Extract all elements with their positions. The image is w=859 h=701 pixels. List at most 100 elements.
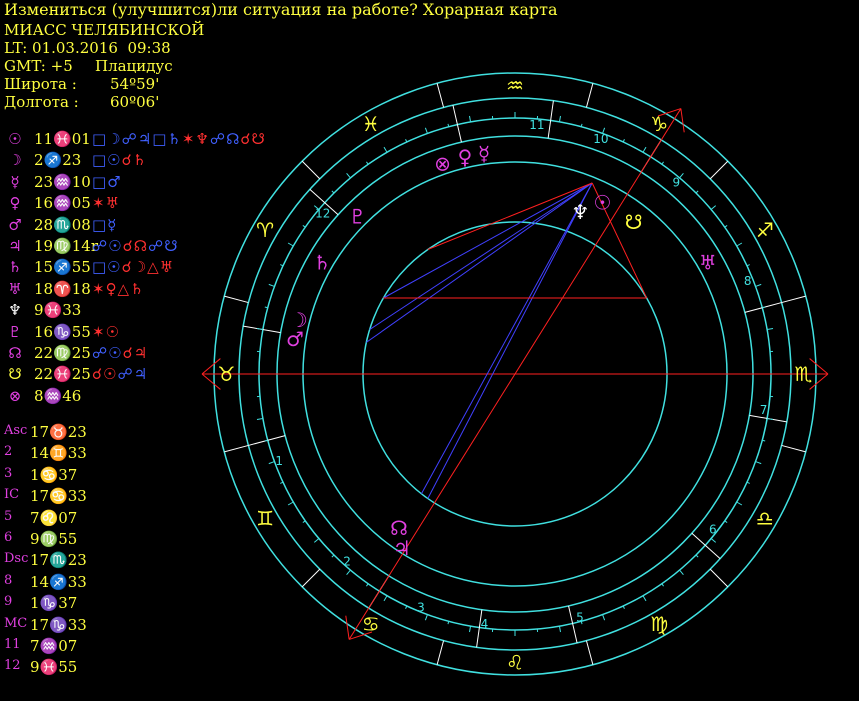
sign-divider	[301, 160, 321, 180]
aspect-line	[366, 182, 593, 343]
house-number: 12	[315, 207, 330, 221]
house-number: 5	[576, 610, 584, 624]
aspect-line	[427, 182, 593, 250]
sign-divider	[436, 83, 445, 108]
house-number: 4	[481, 617, 489, 631]
degree-tick	[302, 520, 306, 523]
degree-tick	[724, 225, 728, 228]
degree-tick	[755, 283, 762, 287]
degree-tick	[695, 190, 699, 194]
sign-divider	[781, 444, 806, 453]
zodiac-sign-icon: ♊	[256, 506, 274, 530]
house-number: 1	[275, 454, 283, 468]
house-number: 7	[760, 403, 768, 417]
degree-tick	[256, 417, 263, 420]
house-number: 3	[417, 601, 425, 615]
degree-tick	[710, 538, 717, 543]
sign-divider	[224, 444, 249, 453]
sign-divider	[585, 640, 594, 665]
house-number: 8	[744, 274, 752, 288]
degree-tick	[383, 595, 388, 602]
degree-tick	[280, 264, 284, 267]
degree-tick	[767, 328, 774, 331]
sign-divider	[709, 568, 729, 588]
zodiac-sign-icon: ♉	[218, 362, 236, 386]
sign-divider	[585, 83, 594, 108]
degree-tick	[622, 139, 625, 143]
degree-tick	[366, 161, 369, 165]
zodiac-sign-icon: ♒	[506, 74, 524, 98]
mc-ic-axis-arrow	[345, 615, 350, 640]
degree-tick	[346, 172, 351, 179]
degree-tick	[558, 115, 561, 122]
degree-tick	[642, 146, 647, 153]
house-number: 11	[529, 118, 544, 132]
planet-glyph-icon: ♀	[458, 145, 473, 169]
degree-tick	[256, 328, 263, 331]
degree-tick	[405, 139, 408, 143]
planet-glyph-icon: ♂	[286, 327, 304, 351]
planet-glyph-icon: ☉	[593, 190, 611, 214]
degree-tick	[268, 461, 275, 465]
degree-tick	[558, 626, 561, 633]
sign-divider	[436, 640, 445, 665]
zodiac-sign-icon: ♍	[650, 612, 668, 636]
sign-divider	[781, 295, 806, 304]
horary-chart-wheel: ♉♈♓♒♑♐♏♎♍♌♋♊1234 56789101112 ☉♆ ☋☿♀⊗♇♄☽♂♅☊♃	[201, 72, 829, 676]
degree-tick	[268, 283, 275, 287]
degree-tick	[302, 225, 306, 228]
degree-tick	[679, 569, 684, 576]
degree-tick	[661, 161, 664, 165]
zodiac-sign-icon: ♈	[256, 218, 274, 242]
degree-tick	[424, 614, 428, 621]
zodiac-sign-icon: ♐	[756, 218, 774, 242]
degree-tick	[755, 461, 762, 465]
degree-tick	[424, 127, 428, 134]
degree-tick	[331, 190, 335, 194]
degree-tick	[602, 614, 606, 621]
degree-tick	[661, 583, 664, 587]
aspect-line	[369, 182, 593, 330]
sign-divider	[709, 160, 729, 180]
planet-glyph-icon: ♅	[699, 251, 717, 275]
degree-tick	[313, 538, 320, 543]
zodiac-sign-icon: ♏	[795, 362, 813, 386]
degree-tick	[736, 501, 743, 506]
degree-tick	[346, 569, 351, 576]
degree-tick	[710, 205, 717, 210]
planet-glyph-icon: ♇	[349, 204, 367, 228]
degree-tick	[280, 481, 284, 484]
planet-glyph-icon: ⊗	[434, 151, 451, 175]
planet-glyph-icon: ♄	[313, 251, 331, 275]
degree-tick	[287, 242, 294, 247]
sign-divider	[301, 568, 321, 588]
house-number: 6	[709, 523, 717, 537]
degree-tick	[469, 626, 472, 633]
degree-tick	[767, 417, 774, 420]
planet-glyph-icon: ♃	[393, 536, 411, 560]
degree-tick	[642, 595, 647, 602]
degree-tick	[622, 605, 625, 609]
planet-glyph-icon: ♆	[571, 200, 589, 224]
degree-tick	[469, 115, 472, 122]
house-number: 10	[593, 132, 608, 146]
degree-tick	[695, 554, 699, 558]
planet-glyph-icon: ☿	[478, 141, 490, 165]
degree-tick	[736, 242, 743, 247]
zodiac-sign-icon: ♑	[650, 112, 668, 136]
zodiac-sign-icon: ♓	[362, 112, 380, 136]
degree-tick	[287, 501, 294, 506]
aspect-line	[427, 182, 593, 499]
zodiac-sign-icon: ♌	[506, 651, 524, 675]
degree-tick	[331, 554, 335, 558]
house-number: 9	[673, 176, 681, 190]
degree-tick	[405, 605, 408, 609]
planet-glyph-icon: ☋	[625, 210, 643, 234]
degree-tick	[746, 481, 750, 484]
mc-ic-axis-arrow	[680, 108, 685, 133]
zodiac-sign-icon: ♎	[756, 506, 774, 530]
house-number: 2	[343, 555, 351, 569]
degree-tick	[383, 146, 388, 153]
degree-tick	[724, 520, 728, 523]
zodiac-sign-icon: ♋	[362, 612, 380, 636]
